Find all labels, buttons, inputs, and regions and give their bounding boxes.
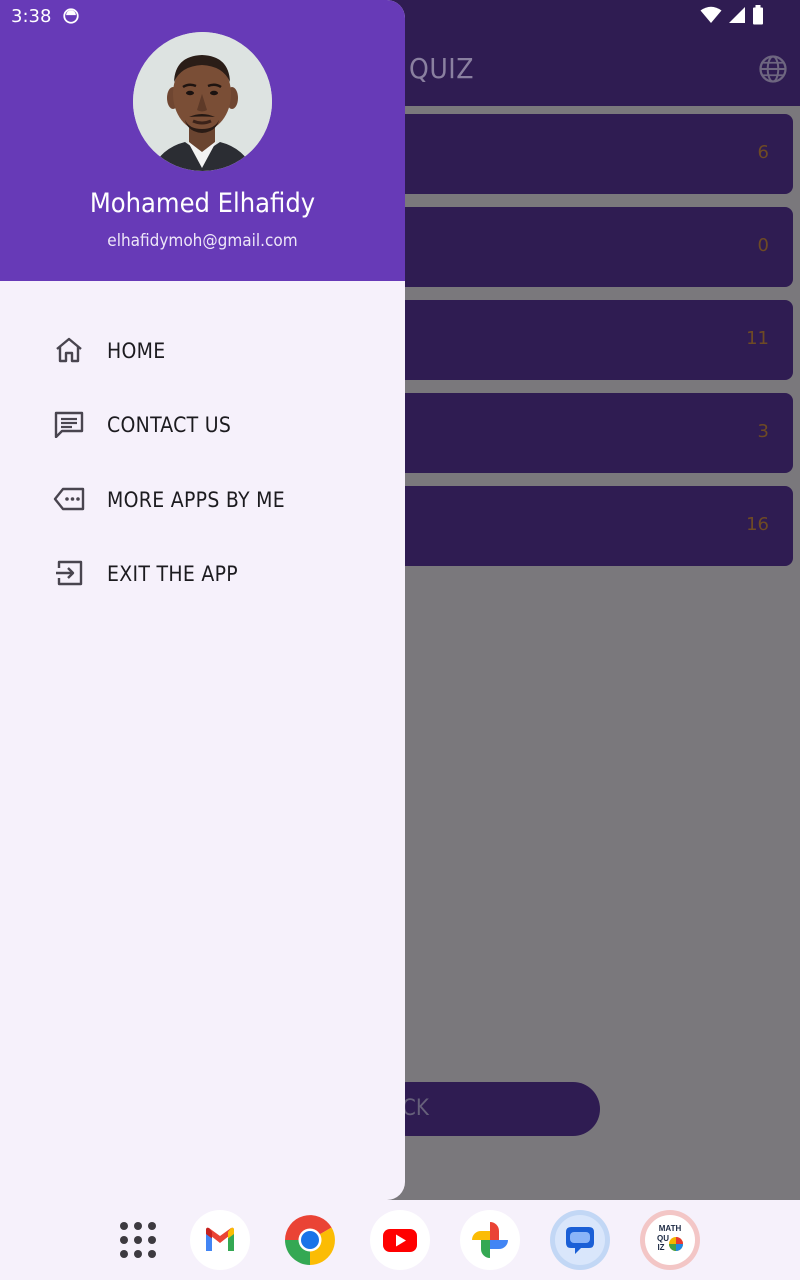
category-count: 0	[757, 235, 769, 256]
signal-icon	[729, 7, 745, 23]
nav-label-home: HOME	[107, 339, 166, 363]
gmail-app-icon[interactable]	[190, 1210, 250, 1270]
svg-text:IZ: IZ	[657, 1243, 664, 1252]
nav-item-home[interactable]: HOME	[0, 320, 405, 380]
status-bar: 3:38	[0, 0, 800, 32]
status-time: 3:38	[11, 6, 52, 27]
more-label-icon	[53, 487, 85, 511]
nav-item-contact-us[interactable]: CONTACT US	[0, 394, 405, 454]
category-count: 3	[757, 421, 769, 442]
exit-icon	[56, 560, 83, 586]
category-card[interactable]: 6	[380, 114, 793, 194]
category-count: 11	[746, 328, 769, 349]
category-card[interactable]: 11	[380, 300, 793, 380]
nav-label-contact-us: CONTACT US	[107, 413, 232, 437]
back-button[interactable]: CK	[380, 1082, 600, 1136]
user-name: Mohamed Elhafidy	[89, 188, 316, 219]
math-quiz-logo-text: MATH	[659, 1224, 682, 1233]
messages-app-icon[interactable]	[550, 1210, 610, 1270]
category-card[interactable]: 16	[380, 486, 793, 566]
home-icon	[56, 337, 82, 363]
back-button-label: CK	[402, 1096, 429, 1121]
category-card[interactable]: 3	[380, 393, 793, 473]
user-email: elhafidymoh@gmail.com	[107, 231, 298, 251]
nav-item-exit[interactable]: EXIT THE APP	[0, 543, 405, 603]
photos-app-icon[interactable]	[460, 1210, 520, 1270]
youtube-app-icon[interactable]	[370, 1210, 430, 1270]
app-title: QUIZ	[409, 52, 474, 85]
navigation-drawer: Mohamed Elhafidy elhafidymoh@gmail.com H…	[0, 0, 405, 1200]
app-drawer-icon[interactable]	[115, 1217, 161, 1263]
message-icon	[54, 411, 84, 438]
nav-label-more-apps: MORE APPS BY ME	[107, 488, 286, 512]
notification-icon	[63, 8, 79, 24]
category-card[interactable]: 0	[380, 207, 793, 287]
nav-label-exit: EXIT THE APP	[107, 562, 238, 586]
category-count: 6	[757, 142, 769, 163]
battery-icon	[753, 5, 763, 25]
nav-item-more-apps[interactable]: MORE APPS BY ME	[0, 469, 405, 529]
chrome-app-icon[interactable]	[280, 1210, 340, 1270]
math-quiz-app-icon[interactable]: MATH QU IZ	[640, 1210, 700, 1270]
globe-icon[interactable]	[758, 54, 788, 84]
drawer-header: Mohamed Elhafidy elhafidymoh@gmail.com	[0, 0, 405, 281]
wifi-icon	[700, 6, 722, 23]
status-icons	[700, 5, 764, 25]
svg-text:QU: QU	[657, 1234, 669, 1243]
category-count: 16	[746, 514, 769, 535]
app-dock: MATH QU IZ	[0, 1200, 800, 1280]
avatar	[133, 32, 272, 171]
